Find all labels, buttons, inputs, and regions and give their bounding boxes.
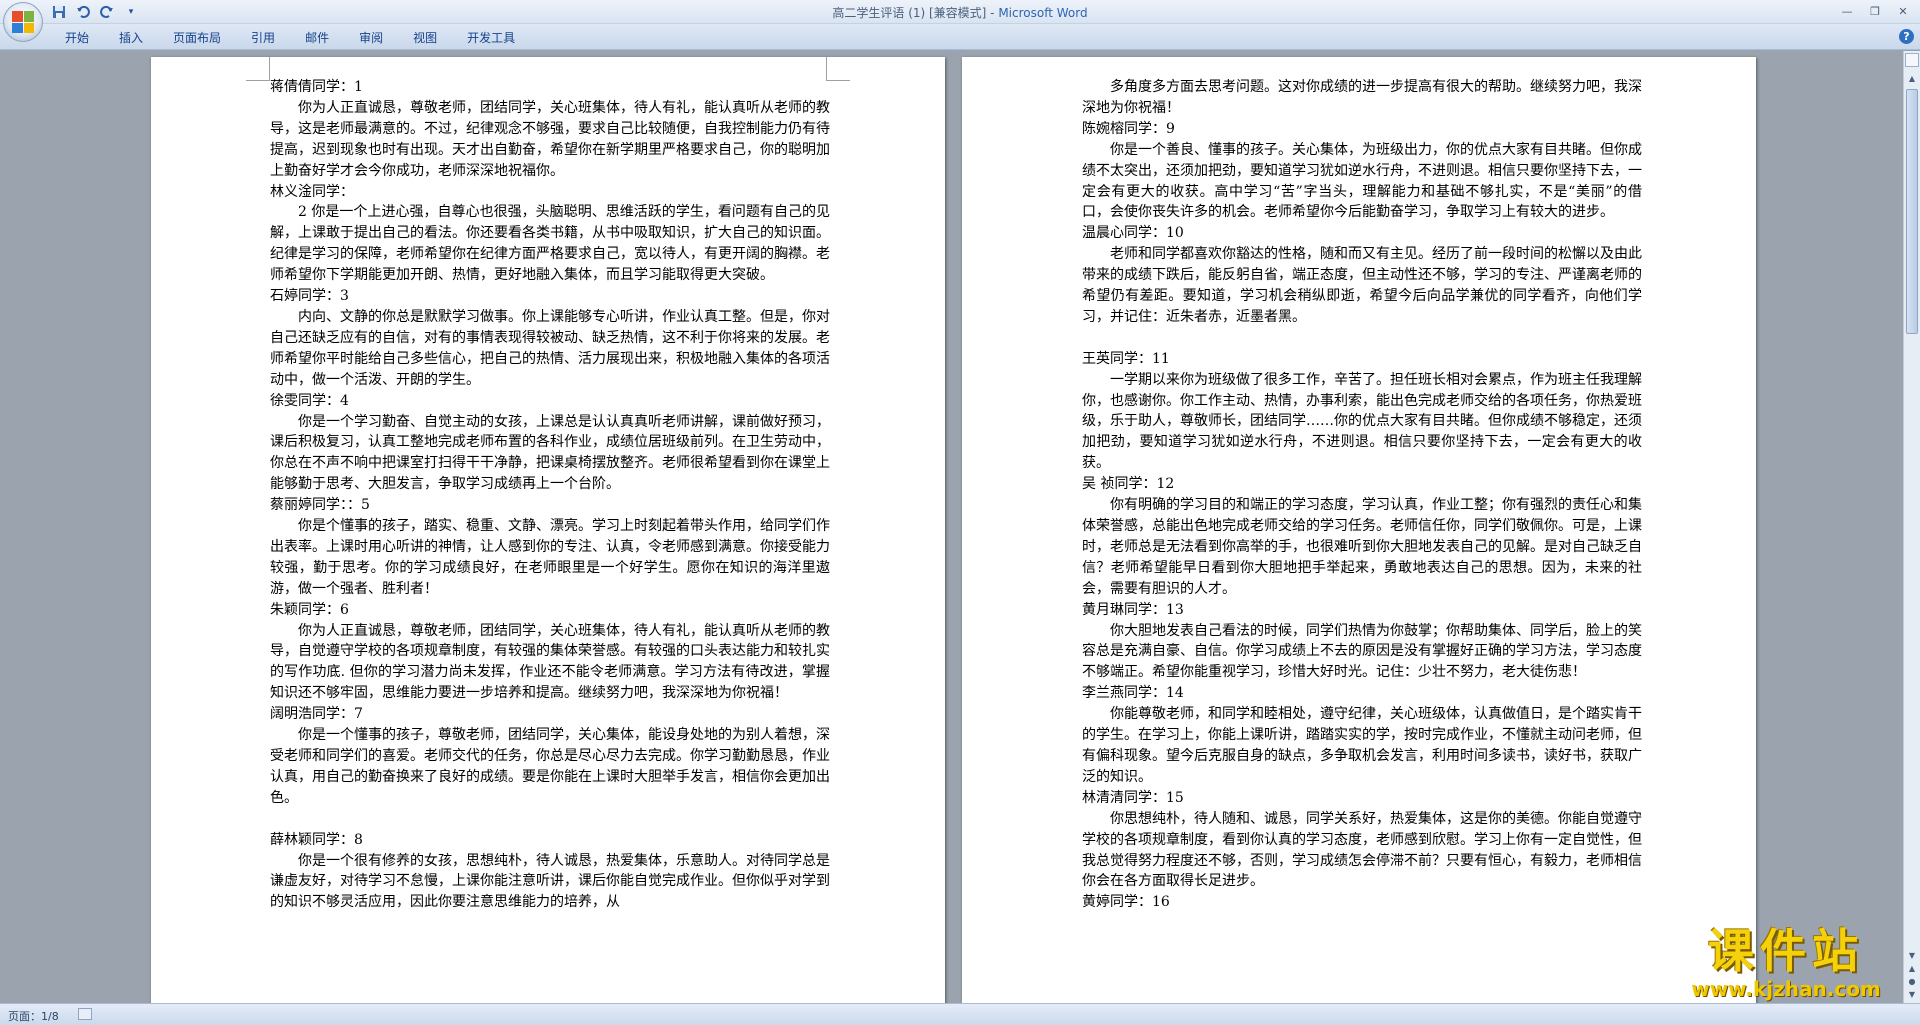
tab-mailings[interactable]: 邮件 (290, 29, 344, 47)
comment-text: 你思想纯朴，待人随和、诚恳，同学关系好，热爱集体，这是你的美德。你能自觉遵守学校… (1082, 810, 1642, 890)
watermark-logo: 课件站 www.kjzhan.com (1670, 925, 1902, 1007)
student-name: 王英同学：11 (1082, 350, 1170, 367)
scroll-down-icon[interactable]: ▼ (1909, 951, 1915, 960)
ribbon-tabs: 开始 插入 页面布局 引用 邮件 审阅 视图 开发工具 (50, 29, 530, 47)
comment-entry: 徐雯同学：4 你是一个学习勤奋、自觉主动的女孩，上课总是认认真真听老师讲解，课前做… (270, 391, 830, 496)
help-icon[interactable]: ? (1899, 29, 1914, 44)
title-bar: ▾ 高二学生评语 (1) [兼容模式] - Microsoft Word — ❐… (0, 0, 1920, 42)
status-bar: 页面：1/8 (0, 1003, 1920, 1025)
student-name: 温晨心同学：10 (1082, 225, 1184, 242)
tab-insert[interactable]: 插入 (104, 29, 158, 47)
scroll-nav-buttons: ▼ ▲ ● ▼ (1905, 951, 1919, 999)
tab-developer[interactable]: 开发工具 (452, 29, 530, 47)
comment-entry: 林义淦同学： 2 你是一个上进心强，自尊心也很强，头脑聪明、思维活跃的学生，看问题… (270, 182, 830, 287)
scrollbar-thumb[interactable] (1906, 89, 1918, 334)
student-name: 朱颖同学：6 (270, 601, 349, 618)
comment-text: 你是一个学习勤奋、自觉主动的女孩，上课总是认认真真听老师讲解，课前做好预习，课后… (270, 413, 830, 493)
student-name: 林清清同学：15 (1082, 789, 1184, 806)
tab-page-layout[interactable]: 页面布局 (158, 29, 236, 47)
close-icon[interactable]: ✕ (1890, 2, 1916, 20)
comment-entry: 林清清同学：15 你思想纯朴，待人随和、诚恳，同学关系好，热爱集体，这是你的美德。… (1082, 788, 1642, 893)
comment-entry: 李兰燕同学：14 你能尊敬老师，和同学和睦相处，遵守纪律，关心班级体，认真做值日… (1082, 683, 1642, 788)
student-name: 林义淦同学： (270, 183, 354, 200)
student-name: 吴 祯同学：12 (1082, 476, 1175, 493)
comment-entry: 老师和同学都喜欢你豁达的性格，随和而又有主见。经历了前一段时间的松懈以及由此带来… (1082, 244, 1642, 328)
comment-entry: 石婷同学：3 内向、文静的你总是默默学习做事。你上课能够专心听讲，作业认真工整。… (270, 286, 830, 391)
student-name: 阔明浩同学：7 (270, 706, 363, 723)
comment-text: 你有明确的学习目的和端正的学习态度，学习认真，作业工整；你有强烈的责任心和集体荣… (1082, 497, 1642, 597)
student-name: 黄月琳同学：13 (1082, 601, 1184, 618)
tab-home[interactable]: 开始 (50, 29, 104, 47)
student-name: 蒋倩倩同学：1 (270, 79, 363, 95)
comment-text: 你是个懂事的孩子，踏实、稳重、文静、漂亮。学习上时刻起着带头作用，给同学们作出表… (270, 518, 830, 597)
document-page-right[interactable]: 多角度多方面去思考问题。这对你成绩的进一步提高有很大的帮助。继续努力吧，我深深地… (962, 57, 1756, 1003)
comment-text: 一学期以来你为班级做了很多工作，辛苦了。担任班长相对会累点，作为班主任我理解你，… (1082, 371, 1642, 472)
proofing-icon[interactable] (78, 1008, 92, 1020)
comment-entry (270, 809, 830, 830)
window-title: 高二学生评语 (1) [兼容模式] - Microsoft Word (0, 4, 1920, 21)
comment-text: 你是一个懂事的孩子，尊敬老师，团结同学，关心集体，能设身处地的为别人着想，深受老… (270, 727, 830, 806)
student-name: 石婷同学：3 (270, 288, 349, 305)
scroll-up-icon[interactable]: ▲ (1905, 71, 1919, 87)
page-count[interactable]: 页面：1/8 (8, 1008, 59, 1024)
comment-entry: 薛林颖同学：8 你是一个很有修养的女孩，思想纯朴，待人诚恳，热爱集体，乐意助人。对… (270, 830, 830, 914)
ruler-toggle-icon[interactable] (1905, 53, 1919, 67)
student-name: 蔡丽婷同学：：5 (270, 497, 370, 514)
ribbon-tabs-bar: 开始 插入 页面布局 引用 邮件 审阅 视图 开发工具 ? (0, 24, 1920, 50)
student-name: 李兰燕同学：14 (1082, 685, 1184, 702)
student-name: 黄婷同学：16 (1082, 894, 1170, 911)
comment-entry: 陈婉榕同学：9 你是一个善良、懂事的孩子。关心集体，为班级出力，你的优点大家有目… (1082, 119, 1642, 224)
comment-text: 你为人正直诚恳，尊敬老师，团结同学，关心班集体，待人有礼，能认真听从老师的教导，… (270, 99, 830, 179)
crop-mark (246, 57, 270, 81)
comment-text: 多角度多方面去思考问题。这对你成绩的进一步提高有很大的帮助。继续努力吧，我深深地… (1082, 79, 1642, 116)
comment-entry: 蔡丽婷同学：：5 你是个懂事的孩子，踏实、稳重、文静、漂亮。学习上时刻起着带头作用… (270, 495, 830, 600)
comment-entry: 阔明浩同学：7 你是一个懂事的孩子，尊敬老师，团结同学，关心集体，能设身处地的为别… (270, 704, 830, 809)
comment-entry: 吴 祯同学：12 你有明确的学习目的和端正的学习态度，学习认真，作业工整；你有强… (1082, 474, 1642, 599)
student-name: 薛林颖同学：8 (270, 831, 363, 848)
minimize-icon[interactable]: — (1834, 2, 1860, 20)
document-title: 高二学生评语 (1) [兼容模式] - (832, 6, 999, 20)
comment-entry: 朱颖同学：6 你为人正直诚恳，尊敬老师，团结同学，关心班集体，待人有礼，能认真听从… (270, 600, 830, 705)
page-text: 蒋倩倩同学：1 你为人正直诚恳，尊敬老师，团结同学，关心班集体，待人有礼，能认真听… (270, 77, 830, 913)
comment-entry: 黄婷同学：16 (1082, 892, 1642, 913)
tab-view[interactable]: 视图 (398, 29, 452, 47)
previous-page-icon[interactable]: ▲ (1909, 964, 1915, 973)
comment-entry (1082, 328, 1642, 349)
comment-text: 老师和同学都喜欢你豁达的性格，随和而又有主见。经历了前一段时间的松懈以及由此带来… (1082, 246, 1642, 325)
comment-text: 你是一个善良、懂事的孩子。关心集体，为班级出力，你的优点大家有目共睹。但你成绩不… (1082, 141, 1642, 221)
window-controls: — ❐ ✕ (1834, 2, 1916, 20)
comment-text: 内向、文静的你总是默默学习做事。你上课能够专心听讲，作业认真工整。但是，你对自己… (270, 308, 830, 388)
comment-text: 你能尊敬老师，和同学和睦相处，遵守纪律，关心班级体，认真做值日，是个踏实肯干的学… (1082, 706, 1642, 785)
select-browse-object-icon[interactable]: ● (1909, 977, 1916, 986)
tab-references[interactable]: 引用 (236, 29, 290, 47)
tab-review[interactable]: 审阅 (344, 29, 398, 47)
comment-text: 你大胆地发表自己看法的时候，同学们热情为你鼓掌；你帮助集体、同学后，脸上的笑容总… (1082, 622, 1642, 681)
office-button[interactable] (3, 2, 43, 42)
watermark-url: www.kjzhan.com (1691, 977, 1881, 1001)
student-name: 陈婉榕同学：9 (1082, 120, 1175, 137)
app-name: Microsoft Word (998, 6, 1088, 20)
document-workspace: 蒋倩倩同学：1 你为人正直诚恳，尊敬老师，团结同学，关心班集体，待人有礼，能认真听… (0, 51, 1897, 1003)
comment-text: 你是一个很有修养的女孩，思想纯朴，待人诚恳，热爱集体，乐意助人。对待同学总是谦虚… (270, 852, 830, 911)
student-name: 徐雯同学：4 (270, 392, 349, 409)
comment-text: 你为人正直诚恳，尊敬老师，团结同学，关心班集体，待人有礼，能认真听从老师的教导，… (270, 622, 830, 702)
restore-icon[interactable]: ❐ (1862, 2, 1888, 20)
comment-entry: 温晨心同学：10 (1082, 223, 1642, 244)
comment-entry: 王英同学：11 一学期以来你为班级做了很多工作，辛苦了。担任班长相对会累点，作为班… (1082, 349, 1642, 474)
office-logo-icon (12, 11, 34, 33)
watermark-text: 课件站 (1708, 924, 1864, 978)
page-text: 多角度多方面去思考问题。这对你成绩的进一步提高有很大的帮助。继续努力吧，我深深地… (1082, 77, 1642, 913)
comment-entry: 黄月琳同学：13 你大胆地发表自己看法的时候，同学们热情为你鼓掌；你帮助集体、同学… (1082, 600, 1642, 684)
comment-text: 2 你是一个上进心强，自尊心也很强，头脑聪明、思维活跃的学生，看问题有自己的见解… (270, 204, 830, 284)
comment-entry: 蒋倩倩同学：1 你为人正直诚恳，尊敬老师，团结同学，关心班集体，待人有礼，能认真听… (270, 77, 830, 182)
comment-entry: 多角度多方面去思考问题。这对你成绩的进一步提高有很大的帮助。继续努力吧，我深深地… (1082, 77, 1642, 119)
document-page-left[interactable]: 蒋倩倩同学：1 你为人正直诚恳，尊敬老师，团结同学，关心班集体，待人有礼，能认真听… (151, 57, 945, 1003)
next-page-icon[interactable]: ▼ (1909, 990, 1915, 999)
vertical-scrollbar[interactable]: ▲ ▼ ▲ ● ▼ (1903, 51, 1920, 1003)
